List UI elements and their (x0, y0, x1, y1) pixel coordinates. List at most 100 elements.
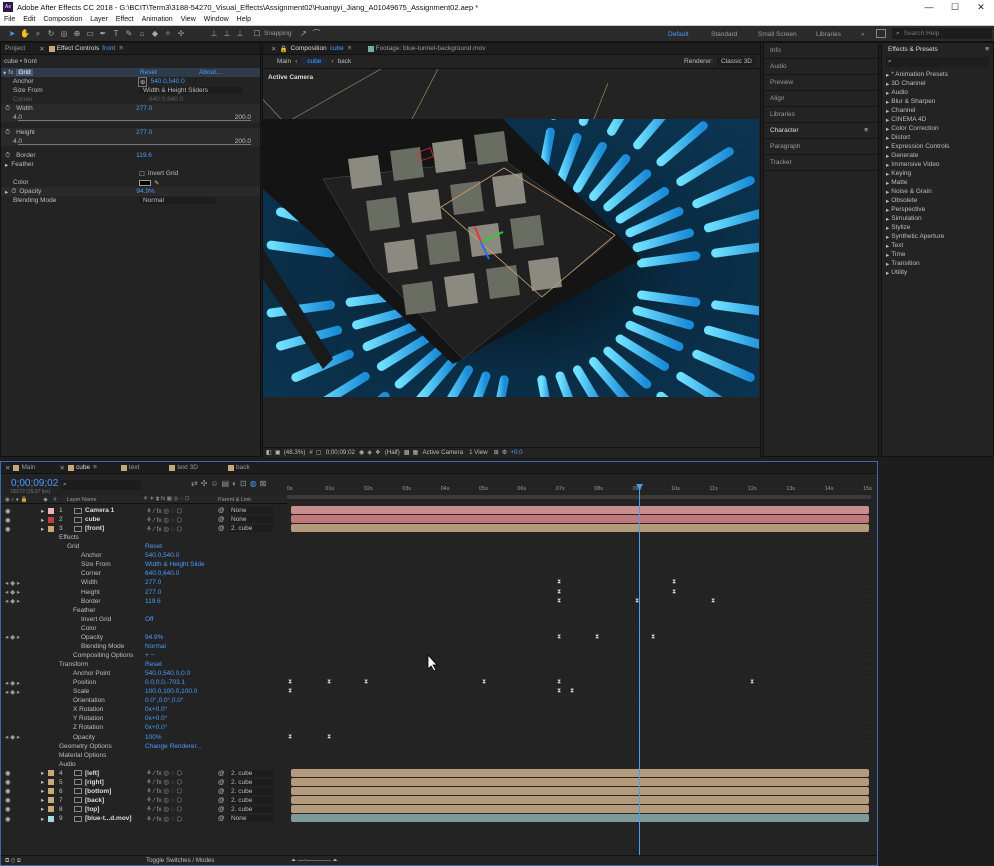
expand-arrow-icon[interactable]: ▸ (886, 161, 889, 169)
toggle-switches-modes[interactable]: Toggle Switches / Modes (146, 857, 214, 864)
anchor-crosshair-icon[interactable]: ⊕ (138, 76, 148, 87)
effects-category[interactable]: ▸ Time (882, 250, 993, 259)
effects-category[interactable]: ▸ Distort (882, 133, 993, 142)
effects-category[interactable]: ▸ Simulation (882, 214, 993, 223)
panel-align[interactable]: Align (764, 91, 878, 107)
parent-pickwhip-icon[interactable]: @ (218, 516, 225, 523)
crumb-cube[interactable]: cube (301, 58, 328, 65)
expand-arrow-icon[interactable]: ▸ (5, 188, 8, 196)
expand-arrow-icon[interactable]: ▸ (886, 80, 889, 88)
frame-blending-icon[interactable]: ▤ (222, 479, 230, 488)
magnification-dropdown[interactable]: (48.3%) (284, 449, 306, 456)
menu-animation[interactable]: Animation (138, 16, 177, 23)
tab-cube[interactable]: cube (76, 464, 90, 471)
pen-tool-icon[interactable]: ✒ (97, 28, 109, 40)
menu-file[interactable]: File (0, 16, 19, 23)
expand-arrow-icon[interactable]: ▸ (886, 89, 889, 97)
layer-duration-bar[interactable] (291, 786, 869, 795)
timeline-search[interactable]: ⌕ (61, 480, 141, 490)
motion-blur-icon[interactable]: ◐ (232, 479, 237, 488)
keyframe[interactable]: ⧗ (327, 734, 331, 740)
workspace-libraries[interactable]: Libraries (816, 26, 841, 42)
maximize-button[interactable]: ☐ (942, 0, 968, 14)
layer-switches-icon[interactable]: ⚘ ⁄ fx ◎ ◌ ⬡ (146, 778, 182, 786)
close-icon[interactable]: ✕ (39, 45, 44, 53)
layer-label-color[interactable] (48, 770, 54, 777)
expand-arrow-icon[interactable]: ▾ (3, 69, 6, 77)
parent-pickwhip-icon[interactable]: @ (218, 507, 225, 514)
property-row[interactable]: Grid Reset (1, 542, 287, 551)
property-row[interactable]: Invert Grid Off (1, 615, 287, 624)
eye-icon[interactable]: ◉ (5, 507, 11, 515)
panel-menu-icon[interactable]: ≡ (864, 127, 868, 134)
expand-arrow-icon[interactable]: ▸ (5, 161, 8, 169)
property-row[interactable]: Compositing Options + − (1, 651, 287, 660)
keyframe[interactable]: ⧗ (557, 598, 561, 604)
property-row[interactable]: ◂ ◆ ▸ Height 277.0 (1, 588, 287, 597)
property-row[interactable]: Anchor 540.0,540.0 (1, 551, 287, 560)
keyframe[interactable]: ⧗ (595, 634, 599, 640)
keyframe[interactable]: ⧗ (327, 679, 331, 685)
eye-icon[interactable]: ◉ (5, 525, 11, 533)
stopwatch-icon[interactable]: ⏱ (5, 129, 10, 137)
effects-category[interactable]: ▸ Synthetic Aperture (882, 232, 993, 241)
expand-arrow-icon[interactable]: ▸ (886, 107, 889, 115)
invert-grid-checkbox[interactable]: ☐ (139, 170, 145, 178)
keyframe[interactable]: ⧗ (672, 589, 676, 595)
feather-row[interactable]: ▸ Feather (5, 160, 34, 169)
tab-project[interactable]: Project (5, 45, 25, 52)
color-swatch[interactable] (139, 179, 151, 186)
panel-character[interactable]: Character ≡ (764, 123, 878, 139)
layer-duration-bar[interactable] (291, 524, 869, 533)
property-row[interactable]: Y Rotation 0x+0.0° (1, 714, 287, 723)
layer-switches-icon[interactable]: ⚘ ⁄ fx ◎ ◌ ⬡ (146, 769, 182, 777)
time-ruler[interactable]: 0s 01s 02s 03s 04s 05s 06s 07s 08s 09s 10s 11s 12s 13… (287, 484, 872, 494)
type-tool-icon[interactable]: T (110, 28, 122, 40)
layer-switches-icon[interactable]: ⚘ ⁄ fx ◎ ◌ ⬡ (146, 516, 182, 524)
property-row[interactable]: Z Rotation 0x+0.0° (1, 723, 287, 732)
effects-category[interactable]: ▸ Text (882, 241, 993, 250)
close-icon[interactable]: ✕ (271, 45, 276, 53)
panel-info[interactable]: Info (764, 43, 878, 59)
parent-dropdown[interactable]: 2. cube (229, 805, 273, 813)
selection-tool-icon[interactable]: ➤ (6, 28, 18, 40)
property-value[interactable]: Change Renderer... (145, 743, 202, 750)
effect-name[interactable]: Grid (16, 69, 33, 76)
layer-switches-icon[interactable]: ⚘ ⁄ fx ◎ ◌ ⬡ (146, 805, 182, 813)
panel-menu-icon[interactable]: ≡ (119, 45, 123, 52)
eye-icon[interactable]: ◉ (5, 787, 11, 795)
snapshot-icon[interactable]: ◉ (359, 449, 364, 456)
layer-row[interactable]: ◉ ▸ 2 cube ⚘ ⁄ fx ◎ ◌ ⬡ @ None (1, 515, 287, 524)
keyframe[interactable]: ⧗ (672, 579, 676, 585)
show-snapshot-icon[interactable]: ◈ (367, 449, 372, 456)
parent-pickwhip-icon[interactable]: @ (218, 770, 225, 777)
layer-switches-icon[interactable]: ⚘ ⁄ fx ◎ ◌ ⬡ (146, 525, 182, 533)
layer-label-color[interactable] (48, 779, 54, 786)
zoom-slider-icon[interactable]: ⏶ —◦———— ⏶ (291, 857, 337, 865)
grid-effect-header[interactable]: ▾ fx Grid Reset About... (3, 68, 260, 77)
expand-arrow-icon[interactable]: ▸ (886, 197, 889, 205)
region-icon[interactable]: ▣ (275, 449, 281, 456)
close-button[interactable]: ✕ (968, 0, 994, 14)
expand-arrow-icon[interactable]: ▸ (886, 215, 889, 223)
comp-mini-flowchart-icon[interactable]: ⇄ (191, 479, 198, 488)
panel-libraries[interactable]: Libraries (764, 107, 878, 123)
property-value[interactable]: 277.0 (145, 579, 161, 586)
layer-label-color[interactable] (48, 815, 54, 822)
property-value[interactable]: Off (145, 616, 154, 623)
layer-label-color[interactable] (48, 525, 54, 532)
keyframe[interactable]: ⧗ (557, 679, 561, 685)
renderer-button[interactable]: Classic 3D (716, 57, 756, 66)
layer-name[interactable]: [top] (85, 806, 99, 813)
layer-row[interactable]: ◉ ▸ 6 [bottom] ⚘ ⁄ fx ◎ ◌ ⬡ @2. cube (1, 787, 287, 796)
roto-brush-icon[interactable]: ✧ (162, 28, 174, 40)
width-value[interactable]: 277.0 (136, 105, 152, 112)
workspace-small-screen[interactable]: Small Screen (758, 26, 797, 42)
toggle-pixel-icon[interactable]: ⊞ (494, 449, 499, 456)
property-row[interactable]: Material Options (1, 751, 287, 760)
height-value[interactable]: 277.0 (136, 129, 152, 136)
expand-arrow-icon[interactable]: ▸ (886, 152, 889, 160)
parent-header[interactable]: Parent & Link (218, 497, 251, 503)
workspace-standard[interactable]: Standard (711, 26, 737, 42)
keyframe-nav-icon[interactable]: ◂ ◆ ▸ (5, 597, 20, 605)
